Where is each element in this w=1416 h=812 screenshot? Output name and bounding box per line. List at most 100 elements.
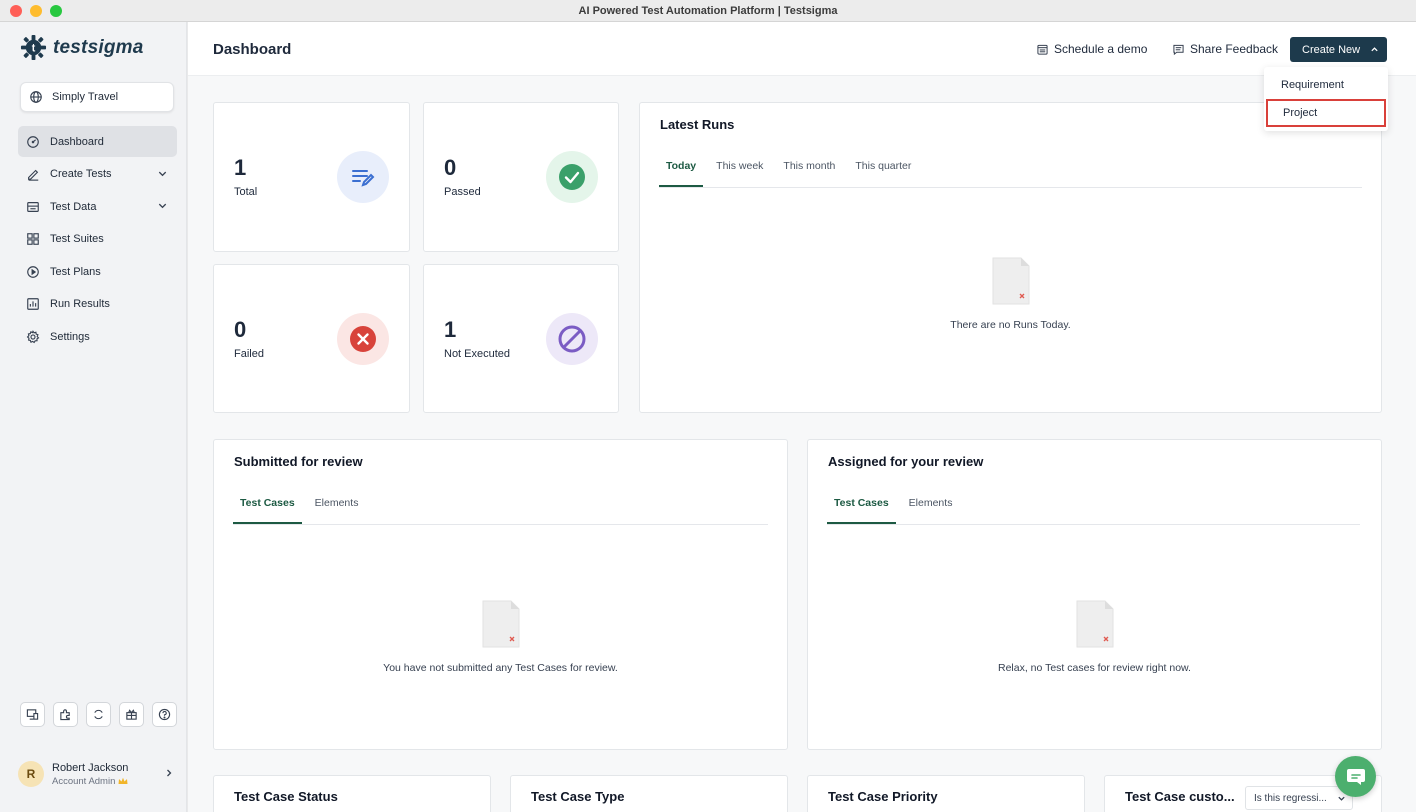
- x-circle-icon: [350, 326, 376, 352]
- play-circle-icon: [27, 265, 39, 278]
- grid-icon: [27, 233, 39, 245]
- tab-elements[interactable]: Elements: [308, 492, 366, 524]
- latest-runs-empty: There are no Runs Today.: [640, 257, 1381, 331]
- tab-test-cases[interactable]: Test Cases: [233, 492, 302, 524]
- create-new-label: Create New: [1302, 43, 1361, 56]
- submitted-review-empty: You have not submitted any Test Cases fo…: [214, 600, 787, 674]
- sidebar-item-test-suites[interactable]: Test Suites: [18, 224, 177, 255]
- page-header: Dashboard Schedule a demo Share Feedback…: [188, 22, 1416, 76]
- sync-button[interactable]: [86, 702, 111, 727]
- latest-runs-tabs: Today This week This month This quarter: [659, 155, 1362, 188]
- addons-button[interactable]: [53, 702, 78, 727]
- bar-chart-icon: [27, 298, 39, 310]
- test-case-type-card: Test Case Type: [510, 775, 788, 812]
- user-role: Account Admin: [52, 775, 116, 787]
- menu-item-requirement[interactable]: Requirement: [1266, 71, 1386, 99]
- chevron-down-icon[interactable]: [157, 168, 168, 179]
- submitted-review-card: Submitted for review Test Cases Elements…: [213, 439, 788, 750]
- latest-runs-card: Latest Runs Today This week This month T…: [639, 102, 1382, 413]
- card-title: Test Case Type: [531, 789, 625, 804]
- sidebar-item-label: Run Results: [50, 298, 110, 310]
- tab-this-month[interactable]: This month: [776, 155, 842, 187]
- stat-icon-wrap: [337, 151, 389, 203]
- tab-test-cases[interactable]: Test Cases: [827, 492, 896, 524]
- brand-logo[interactable]: t testsigma: [20, 34, 144, 61]
- user-menu[interactable]: R Robert Jackson Account Admin: [18, 756, 178, 792]
- zoom-window-button[interactable]: [50, 5, 62, 17]
- stat-card-failed[interactable]: 0 Failed: [213, 264, 410, 413]
- chevron-right-icon: [167, 769, 172, 777]
- stat-card-passed[interactable]: 0 Passed: [423, 102, 619, 252]
- share-feedback-link[interactable]: Share Feedback: [1173, 42, 1278, 56]
- project-switcher[interactable]: Simply Travel: [20, 82, 174, 112]
- schedule-demo-link[interactable]: Schedule a demo: [1037, 42, 1147, 56]
- chevron-up-icon: [1371, 47, 1378, 52]
- tab-this-quarter[interactable]: This quarter: [848, 155, 918, 187]
- gift-icon: [126, 709, 137, 720]
- close-window-button[interactable]: [10, 5, 22, 17]
- sidebar-item-label: Settings: [50, 330, 90, 343]
- calendar-icon: [1037, 44, 1048, 55]
- submitted-review-tabs: Test Cases Elements: [233, 492, 768, 525]
- table-icon: [27, 201, 39, 212]
- card-title: Test Case Priority: [828, 789, 938, 804]
- tab-today[interactable]: Today: [659, 155, 704, 187]
- message-icon: [1173, 44, 1184, 55]
- whats-new-button[interactable]: [119, 702, 144, 727]
- custom-field-select[interactable]: Is this regressi...: [1245, 786, 1353, 810]
- test-case-status-card: Test Case Status: [213, 775, 491, 812]
- stat-value: 0: [234, 317, 247, 342]
- globe-icon: [30, 91, 42, 103]
- empty-message: Relax, no Test cases for review right no…: [998, 662, 1191, 674]
- screen-share-button[interactable]: [20, 702, 45, 727]
- sidebar-item-label: Create Tests: [50, 168, 112, 180]
- sidebar-item-settings[interactable]: Settings: [18, 321, 177, 352]
- gear-icon: [26, 329, 40, 343]
- minimize-window-button[interactable]: [30, 5, 42, 17]
- sidebar: t testsigma Simply Travel Dashboard Crea…: [0, 22, 187, 812]
- project-name: Simply Travel: [52, 91, 119, 103]
- sidebar-item-label: Test Suites: [50, 233, 104, 245]
- create-new-menu: Requirement Project: [1264, 67, 1388, 131]
- sidebar-item-test-data[interactable]: Test Data: [18, 191, 177, 222]
- stat-value: 1: [444, 317, 457, 342]
- sidebar-item-create-tests[interactable]: Create Tests: [18, 159, 177, 190]
- sidebar-item-run-results[interactable]: Run Results: [18, 289, 177, 320]
- sidebar-item-label: Dashboard: [50, 135, 104, 148]
- stat-icon-wrap: [546, 313, 598, 365]
- stat-card-total[interactable]: 1 Total: [213, 102, 410, 252]
- stat-label: Total: [234, 186, 258, 198]
- stat-card-not-executed[interactable]: 1 Not Executed: [423, 264, 619, 413]
- tab-elements[interactable]: Elements: [902, 492, 960, 524]
- menu-item-project[interactable]: Project: [1266, 99, 1386, 127]
- assigned-review-tabs: Test Cases Elements: [827, 492, 1360, 525]
- help-button[interactable]: [152, 702, 177, 727]
- latest-runs-title: Latest Runs: [660, 117, 735, 132]
- select-value: Is this regressi...: [1254, 792, 1327, 804]
- sidebar-item-test-plans[interactable]: Test Plans: [18, 256, 177, 287]
- main-content: Dashboard Schedule a demo Share Feedback…: [188, 22, 1416, 812]
- list-edit-icon: [352, 170, 375, 187]
- stat-label: Passed: [444, 186, 481, 198]
- empty-message: There are no Runs Today.: [950, 319, 1071, 331]
- chevron-down-icon[interactable]: [157, 200, 168, 211]
- circle-arrows-icon: [94, 709, 103, 720]
- chat-support-button[interactable]: [1335, 756, 1376, 797]
- page-title: Dashboard: [213, 41, 292, 58]
- crown-icon: [118, 777, 128, 784]
- empty-message: You have not submitted any Test Cases fo…: [383, 662, 618, 674]
- sidebar-item-dashboard[interactable]: Dashboard: [18, 126, 177, 157]
- stat-value: 1: [234, 155, 247, 180]
- window-title: AI Powered Test Automation Platform | Te…: [578, 4, 838, 17]
- stat-icon-wrap: [546, 151, 598, 203]
- puzzle-icon: [60, 709, 70, 721]
- chevron-down-icon: [1338, 796, 1345, 801]
- assigned-review-empty: Relax, no Test cases for review right no…: [808, 600, 1381, 674]
- ban-icon: [558, 325, 586, 353]
- create-new-button[interactable]: Create New: [1290, 37, 1387, 62]
- stat-label: Failed: [234, 348, 264, 360]
- brand-name: testsigma: [53, 36, 144, 58]
- tab-this-week[interactable]: This week: [709, 155, 770, 187]
- share-feedback-label: Share Feedback: [1190, 42, 1279, 56]
- check-circle-icon: [559, 164, 585, 190]
